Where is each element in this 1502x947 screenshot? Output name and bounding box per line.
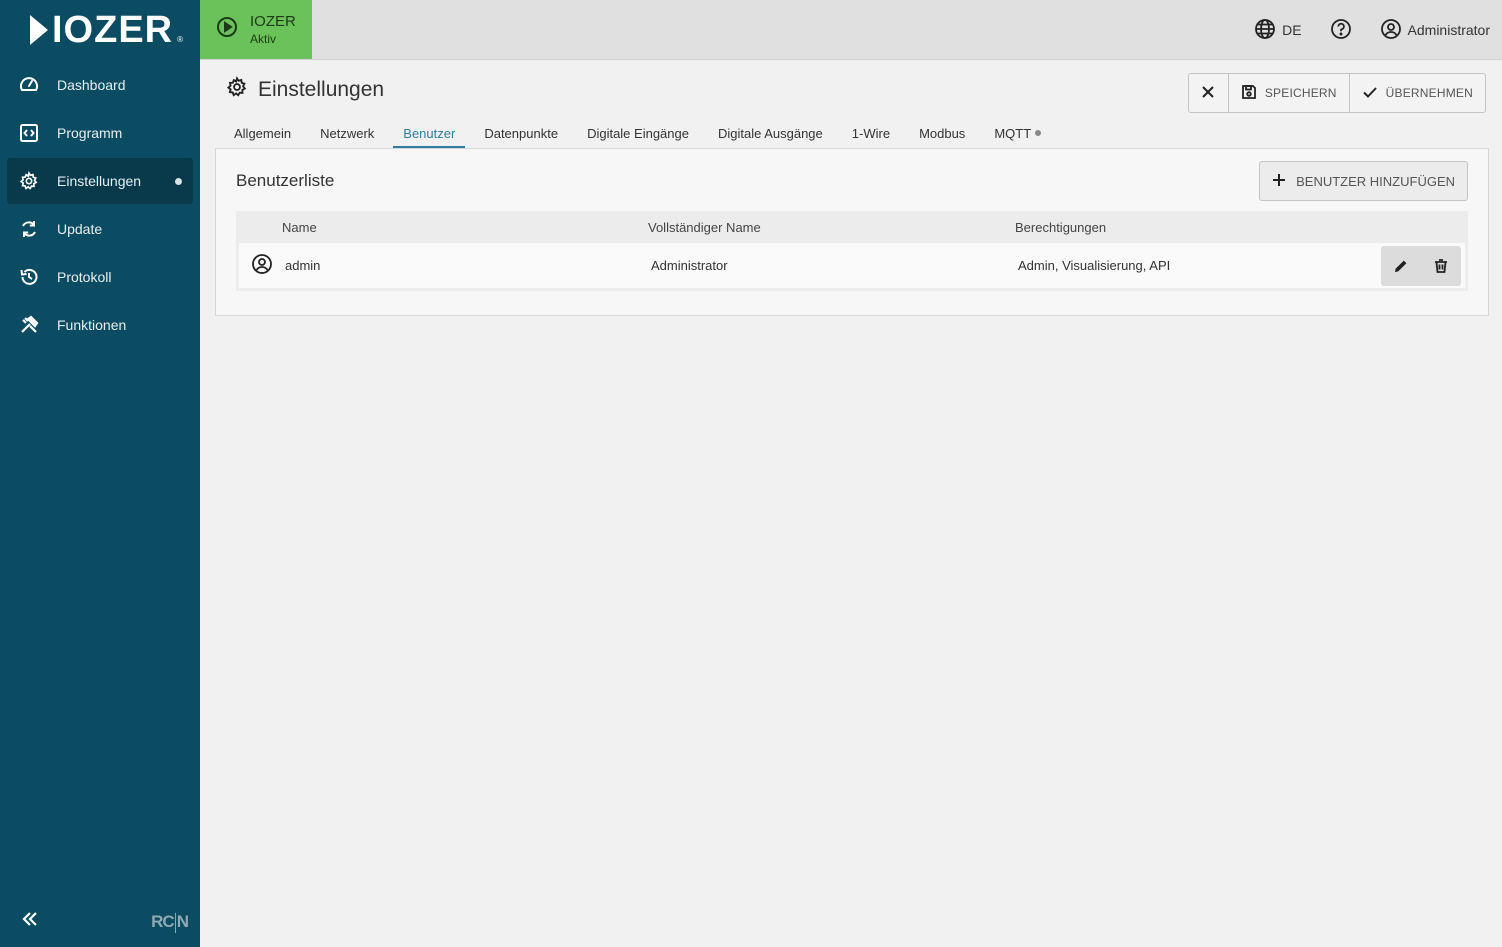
tab-label: 1-Wire bbox=[851, 125, 891, 141]
sidebar-item-label: Update bbox=[57, 221, 103, 237]
tab-datenpunkte[interactable]: Datenpunkte bbox=[474, 118, 568, 148]
gear-icon bbox=[19, 170, 39, 191]
account-circle-icon bbox=[251, 253, 273, 278]
save-label: SPEICHERN bbox=[1264, 86, 1337, 100]
tab-label: Modbus bbox=[919, 125, 966, 141]
sidebar-item-dashboard[interactable]: Dashboard bbox=[7, 62, 193, 108]
column-header-permissions: Berechtigungen bbox=[1015, 219, 1107, 235]
row-actions bbox=[1381, 245, 1461, 286]
table-row[interactable]: admin Administrator Admin, Visualisierun… bbox=[236, 243, 1468, 291]
tab-digitale-ausgaenge[interactable]: Digitale Ausgänge bbox=[708, 118, 833, 148]
help-icon bbox=[1330, 18, 1352, 43]
tab-benutzer[interactable]: Benutzer bbox=[393, 118, 466, 148]
history-icon bbox=[19, 267, 39, 287]
tab-allgemein[interactable]: Allgemein bbox=[224, 118, 301, 148]
sidebar-item-update[interactable]: Update bbox=[7, 206, 193, 252]
status-subtitle: Aktiv bbox=[250, 32, 277, 46]
refresh-icon bbox=[19, 219, 39, 239]
tab-1-wire[interactable]: 1-Wire bbox=[842, 118, 900, 148]
tab-label: Digitale Eingänge bbox=[587, 125, 689, 141]
discard-button[interactable] bbox=[1189, 74, 1229, 112]
permissions-cell: Admin, Visualisierung, API bbox=[1018, 258, 1171, 273]
code-icon bbox=[19, 123, 39, 143]
collapse-sidebar-icon[interactable] bbox=[18, 907, 42, 931]
check-icon bbox=[1362, 84, 1378, 103]
unsaved-indicator bbox=[175, 178, 182, 185]
sidebar-item-label: Programm bbox=[57, 125, 123, 141]
speedometer-icon bbox=[19, 75, 39, 95]
status-title: IOZER bbox=[250, 13, 296, 30]
tab-label: Digitale Ausgänge bbox=[717, 125, 823, 141]
tab-digitale-eingaenge[interactable]: Digitale Eingänge bbox=[577, 118, 699, 148]
panel-title: Benutzerliste bbox=[236, 171, 335, 190]
language-switch[interactable]: DE bbox=[1254, 18, 1302, 43]
sidebar: IOZER ® Dashboard Programm Einstellungen bbox=[0, 0, 200, 947]
account-circle-icon bbox=[1380, 18, 1402, 43]
sidebar-item-funktionen[interactable]: Funktionen bbox=[7, 302, 193, 348]
unsaved-indicator bbox=[1035, 130, 1042, 136]
sidebar-item-label: Einstellungen bbox=[57, 173, 142, 189]
vendor-logo-left: RC bbox=[151, 912, 175, 932]
user-menu[interactable]: Administrator bbox=[1380, 18, 1490, 43]
tab-netzwerk[interactable]: Netzwerk bbox=[310, 118, 384, 148]
vendor-logo: RC N bbox=[151, 912, 189, 933]
sidebar-item-protokoll[interactable]: Protokoll bbox=[7, 254, 193, 300]
settings-tabs: Allgemein Netzwerk Benutzer Datenpunkte … bbox=[224, 118, 1060, 148]
tab-label: Allgemein bbox=[234, 125, 292, 141]
top-bar: IOZER Aktiv DE Administrator bbox=[200, 0, 1502, 60]
tab-label: MQTT bbox=[994, 125, 1032, 141]
sidebar-nav: Dashboard Programm Einstellungen Update bbox=[0, 60, 200, 350]
tab-label: Datenpunkte bbox=[484, 125, 559, 141]
add-user-label: BENUTZER HINZUFÜGEN bbox=[1296, 173, 1455, 189]
runtime-status-tile[interactable]: IOZER Aktiv bbox=[200, 0, 312, 59]
save-button[interactable]: SPEICHERN bbox=[1229, 74, 1350, 112]
column-header-full-name: Vollständiger Name bbox=[648, 219, 761, 235]
delete-trash-icon[interactable] bbox=[1433, 258, 1449, 274]
save-icon bbox=[1241, 84, 1257, 103]
apply-button[interactable]: ÜBERNEHMEN bbox=[1350, 74, 1485, 112]
sidebar-item-label: Protokoll bbox=[57, 269, 112, 285]
add-user-button[interactable]: BENUTZER HINZUFÜGEN bbox=[1259, 161, 1468, 201]
user-list-panel: Benutzerliste BENUTZER HINZUFÜGEN Name V… bbox=[215, 148, 1489, 316]
sidebar-item-programm[interactable]: Programm bbox=[7, 110, 193, 156]
play-circle-icon bbox=[216, 16, 238, 43]
user-name: Administrator bbox=[1407, 22, 1490, 38]
column-header-name: Name bbox=[282, 219, 317, 235]
logo-text: IOZER bbox=[52, 9, 174, 51]
sidebar-item-label: Funktionen bbox=[57, 317, 127, 333]
table-header: Name Vollständiger Name Berechtigungen bbox=[236, 211, 1468, 243]
edit-pencil-icon[interactable] bbox=[1393, 258, 1409, 274]
logo-mark-icon bbox=[30, 15, 48, 45]
user-table: Name Vollständiger Name Berechtigungen a… bbox=[236, 211, 1468, 291]
apply-label: ÜBERNEHMEN bbox=[1385, 86, 1473, 100]
settings-actions: SPEICHERN ÜBERNEHMEN bbox=[1187, 73, 1486, 113]
close-icon bbox=[1201, 85, 1215, 102]
user-name-cell: admin bbox=[285, 258, 321, 273]
app-logo[interactable]: IOZER ® bbox=[30, 9, 184, 51]
tools-icon bbox=[19, 315, 39, 335]
tab-mqtt[interactable]: MQTT bbox=[984, 118, 1051, 148]
page-header: Einstellungen bbox=[226, 75, 385, 103]
full-name-cell: Administrator bbox=[651, 258, 728, 273]
language-label: DE bbox=[1282, 22, 1302, 38]
logo-trademark: ® bbox=[177, 35, 184, 44]
tab-label: Benutzer bbox=[403, 125, 456, 141]
plus-icon bbox=[1272, 173, 1286, 190]
globe-icon bbox=[1254, 18, 1276, 43]
help-button[interactable] bbox=[1330, 18, 1352, 43]
vendor-logo-right: N bbox=[176, 912, 189, 932]
sidebar-item-label: Dashboard bbox=[57, 77, 126, 93]
tab-modbus[interactable]: Modbus bbox=[909, 118, 975, 148]
tab-label: Netzwerk bbox=[320, 125, 375, 141]
gear-icon bbox=[226, 75, 248, 103]
sidebar-item-einstellungen[interactable]: Einstellungen bbox=[7, 158, 193, 204]
page-title: Einstellungen bbox=[258, 77, 385, 101]
